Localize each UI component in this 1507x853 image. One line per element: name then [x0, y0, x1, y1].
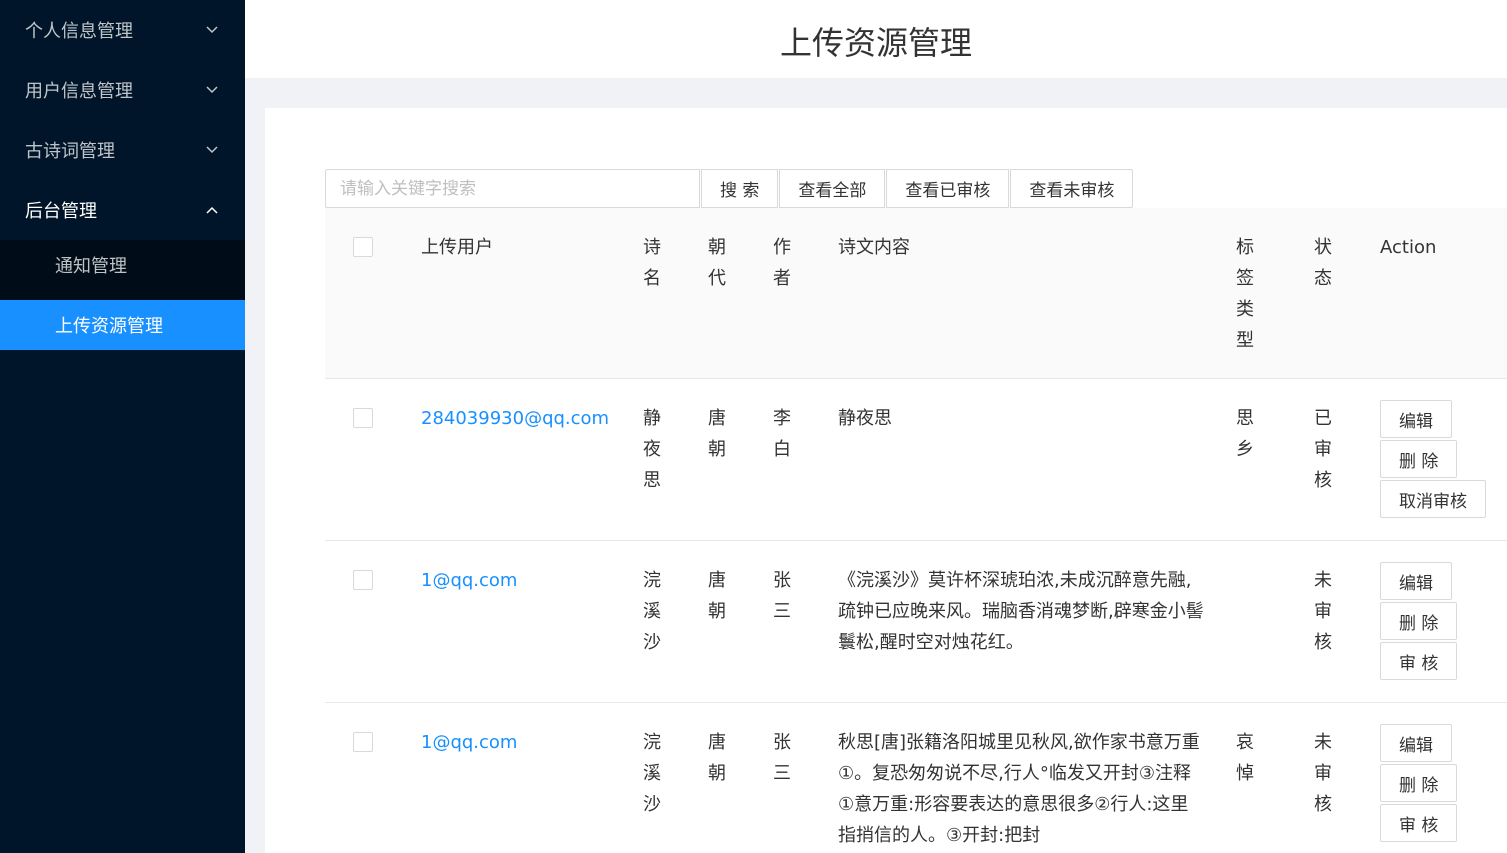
edit-button[interactable]: 编辑 [1380, 400, 1452, 438]
row-checkbox[interactable] [353, 408, 373, 428]
user-link[interactable]: 284039930@qq.com [421, 408, 609, 429]
table-header-row: 上传用户 诗名 朝代 作者 诗文内容 标签类型 状态 Action [325, 208, 1507, 379]
table-row: 1@qq.com 浣溪沙 唐朝 张三 秋思[唐]张籍洛阳城里见秋风,欲作家书意万… [325, 702, 1507, 853]
select-all-checkbox[interactable] [353, 237, 373, 257]
header-tag: 标签类型 [1220, 208, 1298, 379]
row-actions: 编辑 删 除 取消审核 [1380, 400, 1491, 518]
table-row: 1@qq.com 浣溪沙 唐朝 张三 《浣溪沙》莫许杯深琥珀浓,未成沉醉意先融,… [325, 540, 1507, 703]
approve-button[interactable]: 审 核 [1380, 642, 1458, 680]
page-header: 上传资源管理 [245, 0, 1507, 78]
header-user: 上传用户 [405, 208, 627, 379]
search-button[interactable]: 搜 索 [701, 169, 779, 208]
edit-button[interactable]: 编辑 [1380, 562, 1452, 600]
table-row: 284039930@qq.com 静夜思 唐朝 李白 静夜思 思乡 已审核 编辑… [325, 378, 1507, 541]
chevron-up-icon [203, 201, 221, 219]
resource-table: 上传用户 诗名 朝代 作者 诗文内容 标签类型 状态 Action 284039… [325, 208, 1507, 853]
status: 未审核 [1314, 570, 1332, 653]
menu-label: 古诗词管理 [25, 141, 115, 162]
header-action: Action [1364, 208, 1507, 379]
sub-item-upload[interactable]: 上传资源管理 [0, 300, 245, 350]
view-all-button[interactable]: 查看全部 [779, 169, 886, 208]
menu-label: 用户信息管理 [25, 81, 133, 102]
poem-content: 《浣溪沙》莫许杯深琥珀浓,未成沉醉意先融,疏钟已应晚来风。瑞脑香消魂梦断,辟寒金… [838, 570, 1204, 653]
chevron-down-icon [203, 81, 221, 99]
tag: 哀悼 [1236, 732, 1254, 784]
delete-button[interactable]: 删 除 [1380, 764, 1458, 802]
status: 未审核 [1314, 732, 1332, 815]
menu-admin[interactable]: 后台管理 [0, 180, 245, 240]
toolbar: 搜 索 查看全部 查看已审核 查看未审核 [325, 169, 1134, 208]
status: 已审核 [1314, 408, 1332, 491]
cancel-approval-button[interactable]: 取消审核 [1380, 480, 1486, 518]
author: 李白 [773, 408, 791, 460]
dynasty: 唐朝 [708, 408, 726, 460]
header-status: 状态 [1298, 208, 1364, 379]
row-checkbox[interactable] [353, 732, 373, 752]
dynasty: 唐朝 [708, 732, 726, 784]
poem-name: 浣溪沙 [643, 570, 661, 653]
menu-label: 个人信息管理 [25, 21, 133, 42]
header-checkbox-cell [325, 208, 405, 379]
dynasty: 唐朝 [708, 570, 726, 622]
menu-label: 后台管理 [25, 201, 97, 222]
page-title: 上传资源管理 [779, 24, 972, 62]
menu-personal-info[interactable]: 个人信息管理 [0, 0, 245, 60]
delete-button[interactable]: 删 除 [1380, 440, 1458, 478]
submenu-gap [0, 290, 245, 300]
chevron-down-icon [203, 141, 221, 159]
tag: 思乡 [1236, 408, 1254, 460]
author: 张三 [773, 732, 791, 784]
row-checkbox[interactable] [353, 570, 373, 590]
header-author: 作者 [757, 208, 822, 379]
author: 张三 [773, 570, 791, 622]
main-content: 搜 索 查看全部 查看已审核 查看未审核 上传用户 诗名 朝代 作者 诗文内容 … [265, 108, 1507, 853]
poem-content: 静夜思 [838, 408, 892, 429]
view-unapproved-button[interactable]: 查看未审核 [1010, 169, 1134, 208]
approve-button[interactable]: 审 核 [1380, 804, 1458, 842]
user-link[interactable]: 1@qq.com [421, 732, 517, 753]
search-input[interactable] [325, 169, 700, 208]
user-link[interactable]: 1@qq.com [421, 570, 517, 591]
delete-button[interactable]: 删 除 [1380, 602, 1458, 640]
menu-poem[interactable]: 古诗词管理 [0, 120, 245, 180]
row-actions: 编辑 删 除 审 核 [1380, 562, 1491, 680]
poem-name: 浣溪沙 [643, 732, 661, 815]
chevron-down-icon [203, 21, 221, 39]
sidebar: 个人信息管理 用户信息管理 古诗词管理 后台管理 通知管理 上传资源管理 [0, 0, 245, 853]
row-actions: 编辑 删 除 审 核 [1380, 724, 1491, 842]
edit-button[interactable]: 编辑 [1380, 724, 1452, 762]
header-poem: 诗名 [627, 208, 692, 379]
poem-content: 秋思[唐]张籍洛阳城里见秋风,欲作家书意万重①。复恐匆匆说不尽,行人°临发又开封… [838, 732, 1200, 846]
view-approved-button[interactable]: 查看已审核 [886, 169, 1010, 208]
sub-item-notice[interactable]: 通知管理 [0, 240, 245, 290]
header-dynasty: 朝代 [692, 208, 757, 379]
header-content: 诗文内容 [822, 208, 1220, 379]
menu-user-info[interactable]: 用户信息管理 [0, 60, 245, 120]
poem-name: 静夜思 [643, 408, 661, 491]
admin-submenu: 通知管理 上传资源管理 [0, 240, 245, 350]
